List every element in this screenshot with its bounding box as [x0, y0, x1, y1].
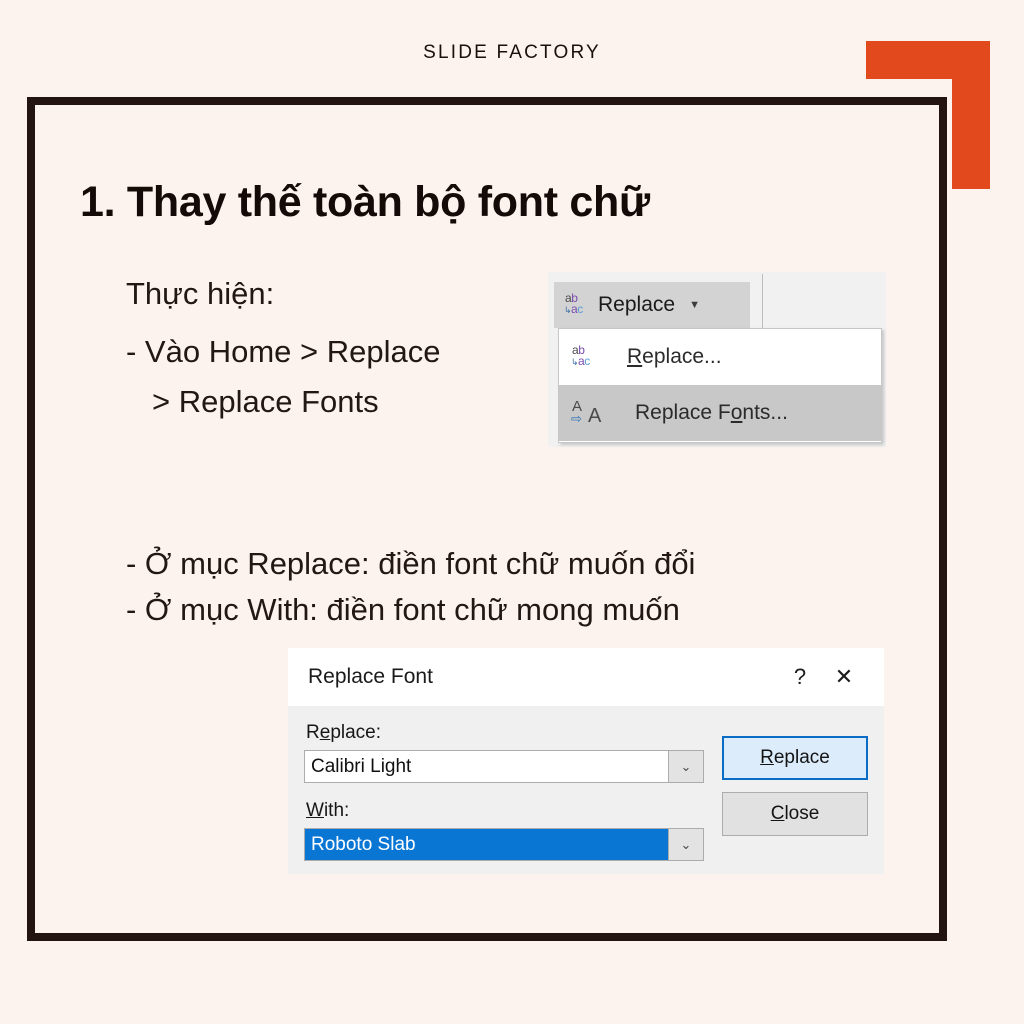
- close-button[interactable]: Close: [722, 792, 868, 836]
- replace-font-input[interactable]: Calibri Light: [305, 751, 668, 782]
- with-field-label: With:: [306, 800, 350, 821]
- replace-fonts-icon: A ⇨ A: [571, 398, 602, 427]
- dialog-body: Replace: Calibri Light ⌄ With: Roboto Sl…: [288, 706, 884, 874]
- with-font-combobox[interactable]: Roboto Slab ⌄: [304, 828, 704, 861]
- menu-item-replace-label: Replace...: [627, 345, 722, 368]
- ribbon-screenshot: ab ↳ac Replace ▼ ab ↳ac Replace... A ⇨ A…: [548, 272, 886, 447]
- chevron-down-icon[interactable]: ⌄: [668, 751, 703, 782]
- replace-font-dialog: Replace Font ? ✕ Replace: Calibri Light …: [288, 648, 884, 874]
- replace-dropdown-button[interactable]: ab ↳ac Replace ▼: [554, 282, 750, 328]
- note-line-1: - Ở mục Replace: điền font chữ muốn đổi: [126, 546, 696, 581]
- replace-dropdown-menu: ab ↳ac Replace... A ⇨ A Replace Fonts...: [558, 328, 882, 443]
- orange-corner-accent: [866, 41, 990, 189]
- abac-replace-icon: ab ↳ac: [564, 291, 583, 316]
- menu-item-replace[interactable]: ab ↳ac Replace...: [559, 329, 881, 385]
- close-icon[interactable]: ✕: [822, 664, 866, 690]
- replace-button[interactable]: Replace: [722, 736, 868, 780]
- menu-item-replace-fonts[interactable]: A ⇨ A Replace Fonts...: [559, 385, 881, 441]
- dialog-title: Replace Font: [308, 665, 433, 688]
- chevron-down-icon[interactable]: ⌄: [668, 829, 703, 860]
- replace-font-combobox[interactable]: Calibri Light ⌄: [304, 750, 704, 783]
- lead-text: Thực hiện:: [126, 276, 275, 311]
- corner-accent-vertical-bar: [952, 41, 990, 189]
- step-line-2: > Replace Fonts: [152, 384, 379, 419]
- menu-item-replace-fonts-label: Replace Fonts...: [635, 401, 788, 424]
- note-line-2: - Ở mục With: điền font chữ mong muốn: [126, 592, 680, 627]
- dialog-titlebar: Replace Font ? ✕: [288, 648, 884, 706]
- page-title: 1. Thay thế toàn bộ font chữ: [80, 178, 650, 226]
- chevron-down-icon[interactable]: ▼: [689, 299, 700, 311]
- replace-button-label: Replace: [598, 293, 676, 316]
- with-font-input[interactable]: Roboto Slab: [305, 829, 668, 860]
- step-line-1: - Vào Home > Replace: [126, 334, 441, 369]
- replace-field-label: Replace:: [306, 722, 382, 743]
- abac-replace-icon: ab ↳ac: [571, 343, 590, 368]
- ribbon-separator: [762, 274, 763, 334]
- help-icon[interactable]: ?: [778, 664, 822, 690]
